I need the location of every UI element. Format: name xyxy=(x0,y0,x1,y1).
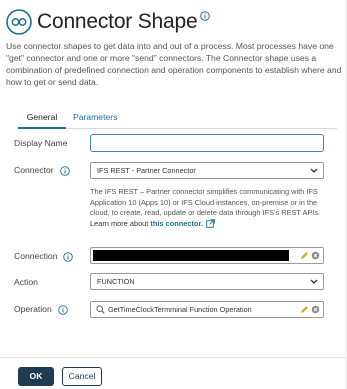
connection-label: Connection xyxy=(14,251,74,262)
connector-help-text: The IFS REST – Partner connector simplif… xyxy=(90,187,326,229)
ok-button[interactable]: OK xyxy=(18,367,54,386)
connection-field[interactable] xyxy=(90,247,324,264)
tab-general[interactable]: General xyxy=(18,111,66,129)
dialog-title: Connector Shape xyxy=(37,10,198,33)
connection-label-text: Connection xyxy=(14,251,58,261)
connector-label-text: Connector xyxy=(14,165,54,175)
tab-parameters[interactable]: Parameters xyxy=(73,111,117,127)
dialog-description: Use connector shapes to get data into an… xyxy=(6,41,342,87)
clear-icon[interactable] xyxy=(311,305,320,314)
connector-help-body: The IFS REST – Partner connector simplif… xyxy=(90,187,321,217)
action-select[interactable]: FUNCTION xyxy=(90,273,324,290)
pencil-icon[interactable] xyxy=(300,251,309,260)
connector-info-icon[interactable] xyxy=(59,165,70,176)
cancel-button[interactable]: Cancel xyxy=(62,367,102,386)
connection-info-icon[interactable] xyxy=(63,251,74,262)
display-name-label: Display Name xyxy=(14,138,68,148)
operation-field[interactable]: GetTimeClockTermminal Function Operation xyxy=(90,301,324,318)
connector-shape-icon xyxy=(6,9,32,35)
learn-more-text: Learn more about xyxy=(90,218,149,228)
operation-value: GetTimeClockTermminal Function Operation xyxy=(108,305,252,314)
connection-redacted-value xyxy=(93,250,289,261)
operation-label: Operation xyxy=(14,304,68,315)
display-name-input[interactable] xyxy=(90,134,324,152)
operation-label-text: Operation xyxy=(14,304,52,314)
learn-more-link[interactable]: this connector. xyxy=(150,219,203,228)
connector-select-value: IFS REST - Partner Connector xyxy=(97,166,196,175)
connector-label: Connector xyxy=(14,165,70,176)
action-select-value: FUNCTION xyxy=(97,277,135,286)
chevron-down-icon xyxy=(310,168,318,173)
pencil-icon[interactable] xyxy=(300,305,309,314)
info-icon[interactable] xyxy=(200,11,211,21)
clear-icon[interactable] xyxy=(311,251,320,260)
dialog-header: Connector Shape xyxy=(6,9,211,35)
tab-bar: General Parameters xyxy=(18,111,337,129)
chevron-down-icon xyxy=(310,279,318,284)
external-link-icon[interactable] xyxy=(206,219,215,228)
operation-info-icon[interactable] xyxy=(57,304,68,315)
connector-select[interactable]: IFS REST - Partner Connector xyxy=(90,162,324,179)
search-icon[interactable] xyxy=(96,305,105,314)
footer-divider xyxy=(0,357,347,358)
action-label: Action xyxy=(14,277,38,287)
